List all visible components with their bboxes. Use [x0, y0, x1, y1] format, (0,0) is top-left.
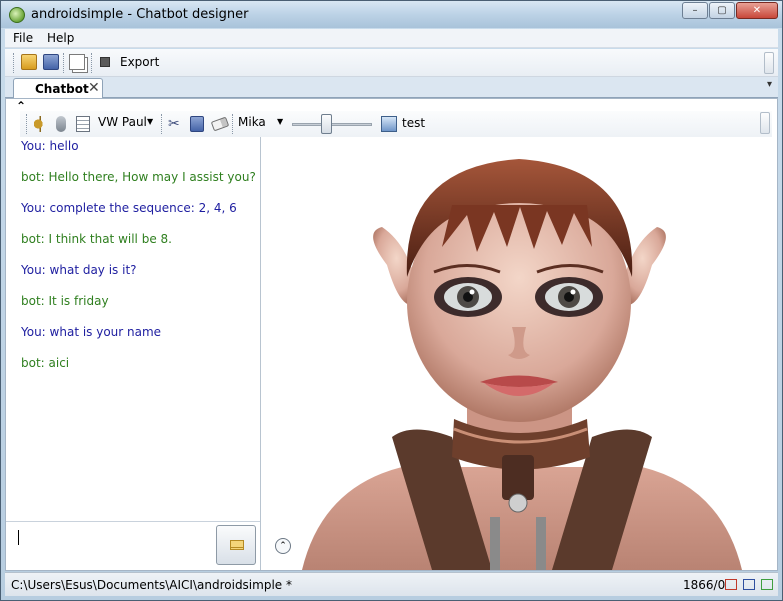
- close-button[interactable]: ✕: [736, 2, 778, 19]
- scissors-icon[interactable]: ✂: [168, 116, 182, 132]
- project-path: C:\Users\Esus\Documents\AICI\androidsimp…: [11, 578, 292, 592]
- toolbar-separator: [232, 114, 235, 134]
- status-indicator-green: [761, 579, 773, 590]
- chevron-down-icon[interactable]: ▼: [277, 117, 283, 126]
- chat-message-user: You: hello: [21, 139, 79, 153]
- toolbar-overflow-handle[interactable]: [760, 112, 770, 134]
- app-window: androidsimple - Chatbot designer – ▢ ✕ F…: [0, 0, 783, 601]
- status-counter: 1866/0: [683, 578, 726, 592]
- notepad-icon[interactable]: [76, 116, 90, 132]
- status-indicator-blue: [743, 579, 755, 590]
- chat-message-user: You: what day is it?: [21, 263, 137, 277]
- export-icon[interactable]: [100, 57, 110, 67]
- chat-message-bot: bot: It is friday: [21, 294, 109, 308]
- chat-message-bot: bot: Hello there, How may I assist you?: [21, 170, 256, 184]
- chat-message-user: You: complete the sequence: 2, 4, 6: [21, 201, 237, 215]
- menu-bar: File Help: [5, 29, 778, 48]
- save-all-icon[interactable]: [190, 116, 204, 132]
- toolbar-grip[interactable]: [13, 53, 16, 73]
- app-icon: [9, 7, 25, 23]
- voice-select[interactable]: VW Paul: [98, 115, 147, 129]
- message-input[interactable]: [6, 521, 260, 570]
- conversation-pane: You: hello bot: Hello there, How may I a…: [6, 137, 261, 570]
- menu-help[interactable]: Help: [47, 31, 74, 45]
- character-select[interactable]: Mika: [238, 115, 266, 129]
- chat-message-user: You: what is your name: [21, 325, 162, 339]
- menu-file[interactable]: File: [13, 31, 33, 45]
- tab-list-dropdown-icon[interactable]: ▾: [767, 79, 772, 90]
- avatar-view: ⌃: [262, 137, 777, 570]
- character-avatar-image: [302, 159, 742, 570]
- status-bar: C:\Users\Esus\Documents\AICI\androidsimp…: [5, 572, 778, 596]
- eraser-icon[interactable]: [210, 116, 230, 132]
- window-title: androidsimple - Chatbot designer: [31, 7, 249, 22]
- speaker-icon[interactable]: [34, 116, 48, 132]
- save-all-icon[interactable]: [43, 54, 59, 70]
- volume-slider-thumb[interactable]: [320, 114, 332, 134]
- chevron-down-icon[interactable]: ▼: [147, 117, 153, 126]
- expand-up-icon[interactable]: ⌃: [275, 538, 291, 554]
- chat-message-bot: bot: aici: [21, 356, 70, 370]
- copy-icon[interactable]: [69, 54, 85, 70]
- toolbar-separator: [91, 53, 94, 73]
- main-toolbar: Export: [5, 49, 778, 77]
- microphone-icon[interactable]: [56, 116, 66, 132]
- export-button[interactable]: Export: [120, 55, 159, 69]
- window-controls: – ▢ ✕: [681, 2, 778, 19]
- tab-close-icon[interactable]: ✕: [88, 80, 100, 96]
- tab-strip: Chatbot ✕ ▾: [5, 77, 778, 98]
- tab-label: Chatbot: [35, 82, 89, 96]
- envelope-icon: [230, 540, 244, 550]
- tab-chatbot[interactable]: Chatbot ✕: [13, 78, 103, 98]
- toolbar-separator: [161, 114, 164, 134]
- toolbar-grip[interactable]: [26, 114, 29, 134]
- minimize-button[interactable]: –: [682, 2, 708, 19]
- toolbar-separator: [63, 53, 66, 73]
- chat-toolbar: VW Paul ▼ ✂ Mika ▼ test: [20, 111, 772, 137]
- volume-slider-track[interactable]: [292, 123, 372, 126]
- send-button[interactable]: [216, 525, 256, 565]
- test-run-icon[interactable]: [381, 116, 397, 132]
- status-indicator-red: [725, 579, 737, 590]
- text-caret: [18, 530, 19, 545]
- title-bar[interactable]: androidsimple - Chatbot designer – ▢ ✕: [1, 1, 782, 28]
- maximize-button[interactable]: ▢: [709, 2, 735, 19]
- chat-message-bot: bot: I think that will be 8.: [21, 232, 172, 246]
- chatbot-panel: ⌃ VW Paul ▼ ✂ Mika ▼ test You: hello bot…: [5, 98, 778, 571]
- test-button[interactable]: test: [402, 116, 425, 130]
- open-folder-icon[interactable]: [21, 54, 37, 70]
- toolbar-overflow-handle[interactable]: [764, 52, 774, 74]
